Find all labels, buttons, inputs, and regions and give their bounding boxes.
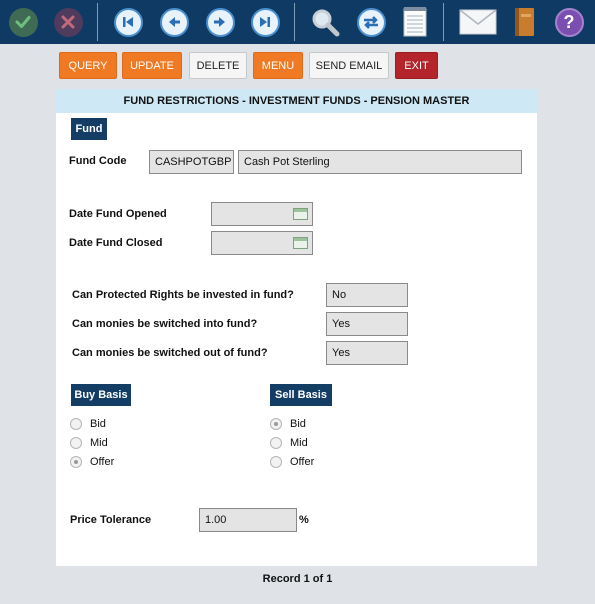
buy-basis-mid-option[interactable]: Mid [70,437,108,449]
calendar-icon[interactable] [293,208,308,220]
delete-button[interactable]: DELETE [189,52,247,79]
date-opened-label: Date Fund Opened [69,208,167,220]
first-record-icon[interactable] [112,6,144,38]
sell-basis-header: Sell Basis [270,384,332,406]
option-label: Mid [90,437,108,449]
sell-basis-offer-option[interactable]: Offer [270,456,314,468]
fund-name-field[interactable]: Cash Pot Sterling [238,150,522,174]
notepad-icon[interactable] [399,6,431,38]
toolbar-separator [443,3,444,41]
date-closed-label: Date Fund Closed [69,237,163,249]
next-record-icon[interactable] [204,6,236,38]
switch-out-select[interactable]: Yes [326,341,408,365]
sell-basis-bid-option[interactable]: Bid [270,418,306,430]
radio-button[interactable] [70,418,82,430]
refresh-icon[interactable] [355,6,387,38]
radio-button[interactable] [270,437,282,449]
option-label: Bid [90,418,106,430]
radio-button[interactable] [270,456,282,468]
query-button[interactable]: QUERY [59,52,117,79]
option-label: Mid [290,437,308,449]
radio-button[interactable] [70,437,82,449]
option-label: Offer [290,456,315,468]
buy-basis-header: Buy Basis [71,384,131,406]
last-record-icon[interactable] [249,6,281,38]
menu-button[interactable]: MENU [253,52,303,79]
switch-into-select[interactable]: Yes [326,312,408,336]
book-icon[interactable] [508,6,540,38]
option-label: Offer [90,456,115,468]
protected-rights-select[interactable]: No [326,283,408,307]
exit-button[interactable]: EXIT [395,52,438,79]
buy-basis-bid-option[interactable]: Bid [70,418,106,430]
search-icon[interactable] [309,6,341,38]
radio-button[interactable] [270,418,282,430]
cancel-icon[interactable] [52,6,84,38]
buy-basis-offer-option[interactable]: Offer [70,456,114,468]
update-button[interactable]: UPDATE [122,52,182,79]
fund-restrictions-panel: FUND RESTRICTIONS - INVESTMENT FUNDS - P… [56,89,537,566]
radio-button[interactable] [70,456,82,468]
top-toolbar: ? [0,0,595,44]
page-title: FUND RESTRICTIONS - INVESTMENT FUNDS - P… [56,89,537,113]
record-counter: Record 1 of 1 [262,573,333,585]
fund-section-header: Fund [71,118,107,140]
help-icon[interactable]: ? [553,6,585,38]
confirm-icon[interactable] [7,6,39,38]
date-opened-field[interactable] [211,202,313,226]
mail-icon[interactable] [459,6,497,38]
option-label: Bid [290,418,306,430]
protected-rights-label: Can Protected Rights be invested in fund… [72,289,294,301]
previous-record-icon[interactable] [158,6,190,38]
fund-code-field[interactable]: CASHPOTGBP [149,150,234,174]
switch-into-label: Can monies be switched into fund? [72,318,258,330]
fund-code-label: Fund Code [69,155,127,167]
send-email-button[interactable]: SEND EMAIL [309,52,389,79]
sell-basis-mid-option[interactable]: Mid [270,437,308,449]
calendar-icon[interactable] [293,237,308,249]
switch-out-label: Can monies be switched out of fund? [72,347,268,359]
toolbar-separator [294,3,295,41]
percent-unit: % [299,514,309,526]
toolbar-separator [97,3,98,41]
date-closed-field[interactable] [211,231,313,255]
price-tolerance-label: Price Tolerance [70,514,152,526]
price-tolerance-input[interactable]: 1.00 [199,508,297,532]
